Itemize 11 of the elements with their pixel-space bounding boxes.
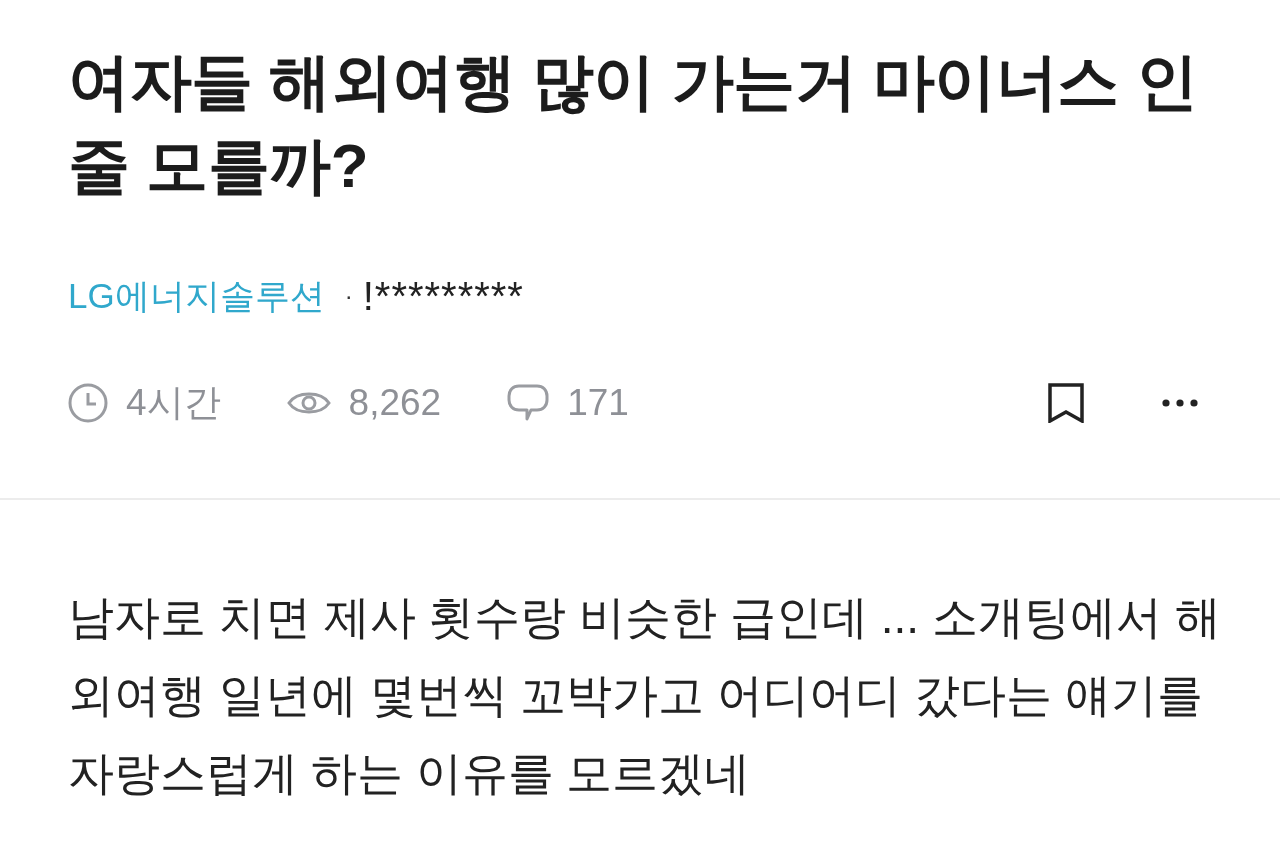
- separator-dot: ·: [344, 281, 353, 311]
- author-company[interactable]: LG에너지솔루션: [68, 274, 325, 318]
- more-icon: [1162, 399, 1198, 407]
- comment-icon: [507, 384, 550, 422]
- comment-count: 171: [567, 381, 629, 425]
- clock-icon: [68, 383, 108, 423]
- post-body: 남자로 치면 제사 횟수랑 비슷한 급인데 ... 소개팅에서 해외여행 일년에 몇번씩 꼬박가고 어디어디 갔다는 얘기를 자랑스럽게 하는 이유를 모르겠네: [67, 590, 1222, 801]
- author-nickname: !*********: [362, 274, 524, 318]
- post-time: 4시간: [126, 381, 221, 425]
- post-title: 여자들 해외여행 많이 가는거 마이너스 인줄 모를까?: [68, 46, 1199, 202]
- view-count: 8,262: [348, 381, 442, 425]
